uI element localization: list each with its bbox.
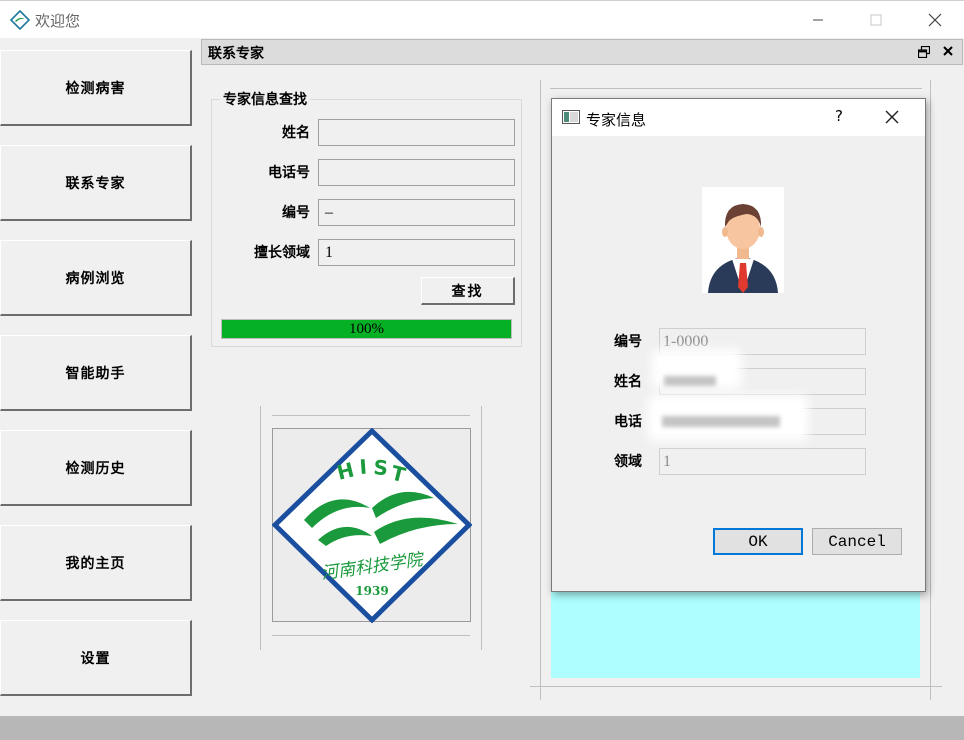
id-label: 编号 xyxy=(282,205,310,221)
ok-button[interactable]: OK xyxy=(713,528,803,555)
expert-info-dialog: 专家信息 ? 编号 1-0000 姓名 电话 领域 1 OK Cancel xyxy=(551,98,926,592)
frame-line xyxy=(260,406,261,650)
window-title: 欢迎您 xyxy=(35,12,81,30)
dialog-field-field: 1 xyxy=(659,448,866,475)
sidebar-item-contact-expert[interactable]: 联系专家 xyxy=(0,145,192,221)
expert-list-panel[interactable] xyxy=(551,590,920,678)
dialog-name-label: 姓名 xyxy=(614,374,642,390)
window-icon xyxy=(562,110,580,124)
logo-year: 1939 xyxy=(355,584,388,598)
frame-line xyxy=(550,88,922,89)
privacy-blur xyxy=(662,416,780,427)
sidebar-item-label: 检测历史 xyxy=(65,460,126,477)
sidebar-item-label: 联系专家 xyxy=(65,175,126,192)
sidebar-item-label: 病例浏览 xyxy=(65,270,126,287)
name-label: 姓名 xyxy=(282,125,310,141)
app-logo-icon xyxy=(10,10,30,30)
school-logo: H I S T 河南科技学院 1939 xyxy=(272,428,472,623)
phone-input[interactable] xyxy=(318,159,515,186)
frame-line xyxy=(481,406,482,650)
search-group-title: 专家信息查找 xyxy=(220,89,310,109)
minimize-button[interactable] xyxy=(795,1,841,39)
privacy-blur xyxy=(664,376,716,386)
frame-line xyxy=(272,415,470,416)
specialty-input[interactable]: 1 xyxy=(318,239,515,266)
sidebar-item-history[interactable]: 检测历史 xyxy=(0,430,192,506)
logo-letter: S xyxy=(373,455,389,480)
sidebar-item-case-browse[interactable]: 病例浏览 xyxy=(0,240,192,316)
sidebar-item-label: 智能助手 xyxy=(65,365,126,382)
maximize-button[interactable] xyxy=(853,1,899,39)
phone-label: 电话号 xyxy=(268,165,310,181)
help-button[interactable]: ? xyxy=(829,107,849,127)
sidebar-item-label: 我的主页 xyxy=(65,555,126,572)
dock-header: 联系专家 xyxy=(201,39,963,65)
frame-line xyxy=(272,635,470,636)
dialog-titlebar: 专家信息 ? xyxy=(552,99,925,136)
sidebar-item-settings[interactable]: 设置 xyxy=(0,620,192,696)
sidebar-item-label: 设置 xyxy=(80,650,111,667)
sidebar-item-detect-disease[interactable]: 检测病害 xyxy=(0,50,192,126)
dock-title: 联系专家 xyxy=(208,46,264,62)
ok-button-label: OK xyxy=(748,532,768,551)
float-window-icon[interactable] xyxy=(918,46,930,58)
sidebar-item-assistant[interactable]: 智能助手 xyxy=(0,335,192,411)
sidebar-item-label: 检测病害 xyxy=(65,80,126,97)
maximize-icon xyxy=(870,14,882,26)
progress-text: 100% xyxy=(349,321,384,337)
cancel-button-label: Cancel xyxy=(828,532,886,551)
logo-frame: H I S T 河南科技学院 1939 xyxy=(260,406,482,650)
cancel-button[interactable]: Cancel xyxy=(812,528,902,555)
dialog-id-label: 编号 xyxy=(614,334,642,350)
dialog-field-label: 领域 xyxy=(614,454,642,470)
id-input[interactable]: – xyxy=(318,199,515,226)
find-button-label: 查找 xyxy=(451,283,484,300)
close-dock-icon[interactable] xyxy=(942,45,954,57)
frame-line xyxy=(530,686,942,687)
frame-line xyxy=(930,80,931,700)
find-button[interactable]: 查找 xyxy=(421,277,515,305)
close-icon xyxy=(928,13,942,27)
window-titlebar: 欢迎您 xyxy=(0,0,964,38)
close-button[interactable] xyxy=(912,1,958,39)
status-bar xyxy=(0,716,964,740)
expert-avatar xyxy=(702,187,784,293)
specialty-label: 擅长领域 xyxy=(254,245,310,261)
dialog-close-icon[interactable] xyxy=(882,107,902,127)
minimize-icon xyxy=(813,19,823,21)
sidebar-item-my-home[interactable]: 我的主页 xyxy=(0,525,192,601)
progress-bar: 100% xyxy=(221,319,512,339)
dialog-title: 专家信息 xyxy=(586,111,647,129)
frame-line xyxy=(540,80,541,700)
name-input[interactable] xyxy=(318,119,515,146)
